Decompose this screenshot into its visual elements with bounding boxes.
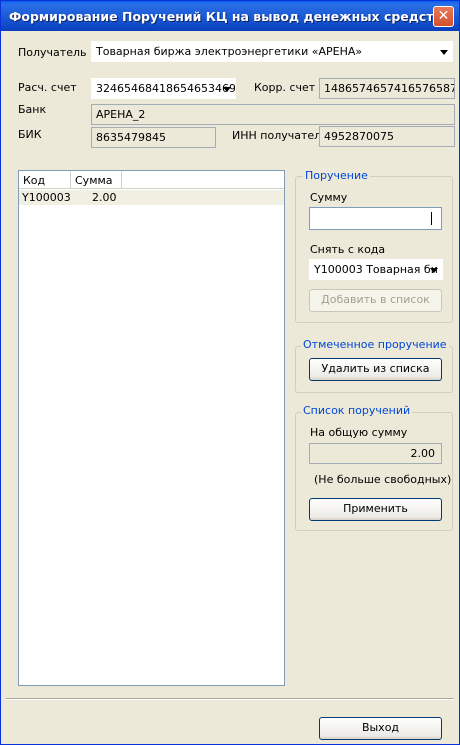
row-code: Y100003: [22, 191, 71, 204]
chevron-down-icon: [440, 50, 448, 55]
debit-label: Снять с кода: [310, 243, 386, 256]
corr-account-value: 1486574657416576587: [324, 82, 455, 95]
text-caret: [431, 212, 432, 225]
limit-note: (Не больше свободных): [314, 473, 452, 486]
orders-list[interactable]: Код Сумма Y100003 2.00: [18, 170, 285, 686]
debit-code-value: Y100003 Товарная би: [314, 263, 438, 276]
account-label: Расч. счет: [18, 81, 77, 94]
close-button[interactable]: ✕: [433, 6, 454, 27]
footer-divider: [6, 698, 454, 700]
inn-value: 4952870075: [324, 130, 394, 143]
dialog-window: Формирование Поручений КЦ на вывод денеж…: [0, 0, 460, 745]
amount-input[interactable]: [309, 207, 442, 230]
bank-field: АРЕНА_2: [91, 104, 455, 125]
bank-value: АРЕНА_2: [96, 108, 146, 121]
bik-value: 8635479845: [96, 131, 166, 144]
total-value: 2.00: [410, 447, 436, 460]
inn-field: 4952870075: [319, 126, 455, 147]
corr-account-field: 1486574657416576587: [319, 78, 455, 99]
account-value: 32465468418654653469: [96, 82, 236, 95]
selected-order-group-title: Отмеченное проручение: [301, 338, 449, 351]
chevron-down-icon: [223, 87, 231, 92]
total-field: 2.00: [309, 443, 442, 464]
column-header-code[interactable]: Код: [19, 171, 71, 189]
inn-label: ИНН получателя: [232, 129, 328, 142]
exit-button[interactable]: Выход: [319, 717, 442, 740]
corr-account-label: Корр. счет: [254, 81, 316, 94]
total-label: На общую сумму: [310, 426, 408, 439]
debit-code-select[interactable]: Y100003 Товарная би: [309, 259, 443, 280]
close-icon: ✕: [437, 8, 450, 24]
account-select[interactable]: 32465468418654653469: [91, 78, 236, 99]
bank-label: Банк: [18, 103, 47, 116]
order-group-title: Поручение: [303, 169, 370, 182]
list-header: Код Сумма: [19, 171, 284, 189]
recipient-label: Получатель: [18, 46, 87, 59]
window-title: Формирование Поручений КЦ на вывод денеж…: [9, 9, 442, 24]
delete-from-list-button[interactable]: Удалить из списка: [309, 358, 442, 381]
apply-button[interactable]: Применить: [309, 498, 442, 521]
bik-field: 8635479845: [91, 127, 216, 148]
title-bar[interactable]: Формирование Поручений КЦ на вывод денеж…: [1, 1, 459, 31]
list-item[interactable]: Y100003 2.00: [19, 190, 284, 205]
amount-label: Сумму: [310, 191, 348, 204]
orders-summary-group-title: Список поручений: [301, 404, 413, 417]
recipient-select[interactable]: Товарная биржа электроэнергетики «АРЕНА»: [91, 41, 453, 62]
recipient-value: Товарная биржа электроэнергетики «АРЕНА»: [96, 45, 363, 58]
add-to-list-button[interactable]: Добавить в список: [309, 289, 442, 312]
row-amount: 2.00: [92, 191, 117, 204]
bik-label: БИК: [18, 128, 42, 141]
column-header-amount[interactable]: Сумма: [71, 171, 122, 189]
chevron-down-icon: [430, 268, 438, 273]
